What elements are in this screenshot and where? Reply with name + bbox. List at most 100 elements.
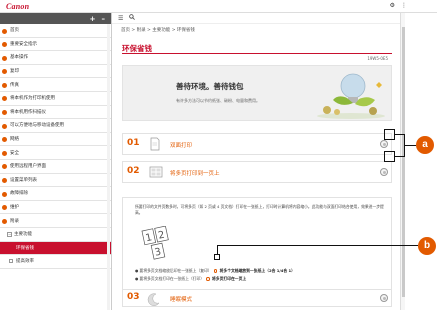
expand-toggle[interactable] bbox=[380, 140, 388, 148]
sidebar-item-label: 可以方便地与移动设备使用 bbox=[10, 123, 64, 129]
sidebar-item-label: 首页 bbox=[10, 28, 19, 34]
callout-b-vline bbox=[217, 245, 218, 254]
radio-icon bbox=[213, 269, 218, 273]
expand-all-button[interactable]: + bbox=[90, 15, 96, 23]
callout-a-target-2 bbox=[384, 151, 395, 162]
copy-nup-link[interactable]: 将多个文档缩放到一张纸上（2合 1/4合 1） bbox=[220, 268, 295, 273]
sidebar-item[interactable]: 将本机作为打印机使用 bbox=[0, 92, 111, 106]
feature-row-nup[interactable]: 02 将多页打印到一页上 bbox=[122, 161, 392, 183]
print-nup-link[interactable]: 将多页打印在一页上 bbox=[212, 276, 246, 281]
sidebar-item-label: 网络 bbox=[10, 137, 19, 143]
callout-a: a bbox=[416, 136, 434, 154]
callout-a-line-2 bbox=[395, 156, 404, 157]
chevron-right-icon bbox=[2, 55, 7, 61]
gear-icon[interactable]: ⚙ bbox=[390, 2, 395, 9]
sidebar-item[interactable]: 可以方便地与移动设备使用 bbox=[0, 119, 111, 133]
sidebar-header: + – bbox=[0, 13, 111, 24]
chevron-right-icon bbox=[2, 28, 7, 34]
chevron-right-icon bbox=[2, 96, 7, 102]
sidebar-item-label: 将本机用作扫描仪 bbox=[10, 109, 46, 115]
breadcrumb[interactable]: 首页 > 附录 > 主要功能 > 环保省钱 bbox=[121, 27, 195, 33]
sidebar-item[interactable]: 复印 bbox=[0, 65, 111, 79]
canon-logo: Canon bbox=[6, 2, 30, 11]
hero-banner: 善待环境。善待钱包 有许多方法可以节约纸张、碳粉、电量和费用。 bbox=[122, 65, 392, 121]
menu-icon[interactable]: ☰ bbox=[118, 15, 123, 22]
row-label[interactable]: 将多页打印到一页上 bbox=[170, 169, 220, 177]
callout-b-line bbox=[217, 245, 418, 246]
radio-icon bbox=[206, 277, 210, 281]
row-number: 02 bbox=[127, 166, 140, 176]
sidebar-item[interactable]: 使用远程用户界面 bbox=[0, 160, 111, 174]
row-number: 01 bbox=[127, 138, 140, 148]
row-label[interactable]: 睡眠模式 bbox=[170, 295, 192, 303]
sidebar-item[interactable]: 附录 bbox=[0, 214, 111, 228]
scrollbar-thumb[interactable] bbox=[402, 27, 405, 297]
sidebar-item[interactable]: 环保省钱 bbox=[0, 241, 111, 256]
sidebar-item[interactable]: 基本操作 bbox=[0, 51, 111, 65]
chevron-right-icon bbox=[2, 150, 7, 156]
callout-a-line-1 bbox=[395, 134, 404, 135]
sidebar-item-label: 环保省钱 bbox=[16, 245, 34, 251]
chevron-right-icon bbox=[2, 137, 7, 143]
search-icon[interactable] bbox=[129, 14, 136, 22]
hero-title: 善待环境。善待钱包 bbox=[176, 82, 244, 91]
callout-b-target bbox=[214, 254, 220, 260]
detail-panel-nup: 所要打印的文件页数多时，可将多页（如 2 页或 4 页文档）打印在一张纸上，打印… bbox=[122, 197, 392, 304]
sidebar-item[interactable]: 首页 bbox=[0, 24, 111, 38]
feature-row-sleep[interactable]: 03 睡眠模式 bbox=[122, 289, 392, 307]
chevron-right-icon bbox=[2, 123, 7, 129]
expand-toggle[interactable] bbox=[380, 168, 388, 176]
collapse-icon[interactable]: − bbox=[7, 231, 12, 237]
page-icon bbox=[9, 259, 13, 264]
sidebar-scrollbar[interactable] bbox=[107, 24, 110, 310]
bullet-print-label: 要将多页文档打印在一张纸上（打印） bbox=[139, 276, 205, 281]
bullet-copy: ● 要将多页文档缩放后印在一张纸上（复印） 将多个文档缩放到一张纸上（2合 1/… bbox=[135, 268, 295, 273]
row-label[interactable]: 双面打印 bbox=[170, 141, 192, 149]
content-scrollbar[interactable] bbox=[400, 13, 405, 310]
sidebar-item[interactable]: 提高效率 bbox=[0, 255, 111, 269]
sidebar-item-label: 设置菜单列表 bbox=[10, 177, 37, 183]
content-toolbar: ☰ bbox=[112, 13, 400, 24]
detail-description: 所要打印的文件页数多时，可将多页（如 2 页或 4 页文档）打印在一张纸上，打印… bbox=[135, 204, 384, 215]
chevron-right-icon bbox=[2, 69, 7, 75]
feature-row-duplex[interactable]: 01 双面打印 bbox=[122, 133, 392, 155]
sidebar-item[interactable]: 安全 bbox=[0, 146, 111, 160]
chevron-right-icon bbox=[2, 218, 7, 224]
document-code: 19W5-0E5 bbox=[367, 56, 388, 61]
sidebar-item-label: 故障排除 bbox=[10, 191, 28, 197]
chevron-right-icon bbox=[2, 178, 7, 184]
sidebar-item[interactable]: 设置菜单列表 bbox=[0, 174, 111, 188]
sidebar-item-label: 提高效率 bbox=[16, 259, 34, 265]
sidebar-item[interactable]: − 主要功能 bbox=[0, 228, 111, 242]
sidebar-item[interactable]: 维护 bbox=[0, 201, 111, 215]
sidebar-item-label: 基本操作 bbox=[10, 55, 28, 61]
expand-toggle[interactable] bbox=[380, 294, 388, 302]
title-divider bbox=[122, 53, 392, 54]
sidebar-item[interactable]: 重要安全指示 bbox=[0, 38, 111, 52]
bullet-copy-label: 要将多页文档缩放后印在一张纸上（复印） bbox=[139, 268, 212, 273]
menu-icon[interactable]: ⋮ bbox=[401, 2, 407, 9]
sidebar-list: 首页重要安全指示 基本操作复印传真将本机作为打印机使用 将本机用作扫描仪可以方便地与… bbox=[0, 24, 111, 269]
sidebar-item[interactable]: 将本机用作扫描仪 bbox=[0, 106, 111, 120]
collapse-all-button[interactable]: – bbox=[102, 15, 106, 23]
chevron-right-icon bbox=[2, 164, 7, 170]
sidebar-item[interactable]: 网络 bbox=[0, 133, 111, 147]
chevron-right-icon bbox=[2, 42, 7, 48]
row-number: 03 bbox=[127, 292, 140, 302]
sidebar-item[interactable]: 故障排除 bbox=[0, 187, 111, 201]
sidebar-item-label: 传真 bbox=[10, 82, 19, 88]
sidebar-item-label: 使用远程用户界面 bbox=[10, 164, 46, 170]
sidebar-item-label: 重要安全指示 bbox=[10, 41, 37, 47]
sidebar: + – 首页重要安全指示 基本操作复印传真将本机作为打印机使用 将本机用作扫描仪可以… bbox=[0, 13, 112, 310]
sidebar-item-label: 附录 bbox=[10, 218, 19, 224]
top-bar: Canon ⚙ ⋮ bbox=[0, 0, 437, 13]
sidebar-item-label: 主要功能 bbox=[14, 232, 32, 238]
duplex-icon bbox=[150, 137, 160, 151]
sidebar-item-label: 将本机作为打印机使用 bbox=[10, 96, 55, 102]
sidebar-item[interactable]: 传真 bbox=[0, 78, 111, 92]
nup-pages-illustration: 1 2 3 bbox=[141, 226, 169, 260]
callout-a-target-1 bbox=[384, 129, 395, 140]
moon-icon bbox=[147, 293, 160, 306]
chevron-right-icon bbox=[2, 205, 7, 211]
chevron-right-icon bbox=[2, 110, 7, 116]
